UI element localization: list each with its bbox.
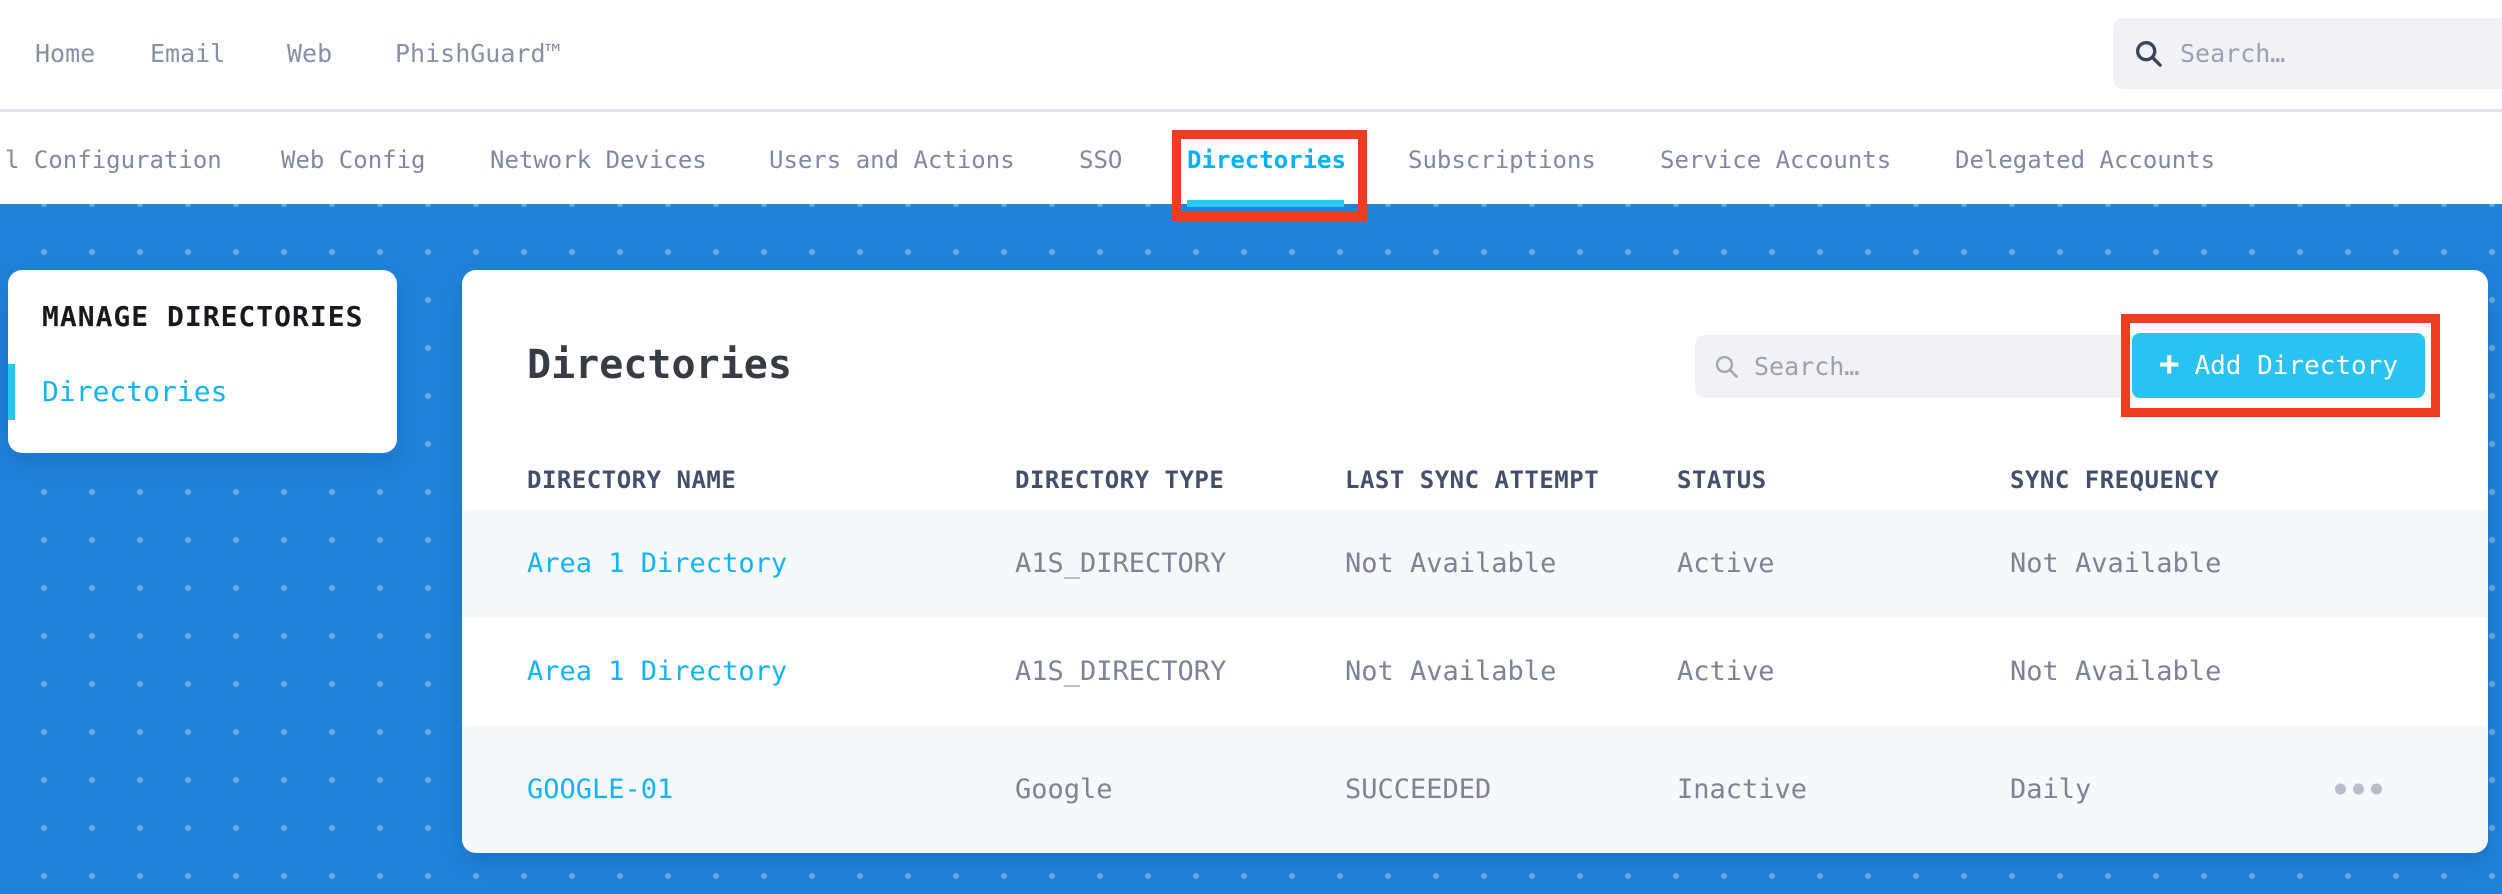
tab-service-accounts[interactable]: Service Accounts (1660, 146, 1891, 174)
app-root: Home Email Web PhishGuard™ l Configurati… (0, 0, 2502, 894)
active-item-bar (8, 364, 15, 420)
tab-web-config[interactable]: Web Config (281, 146, 426, 174)
table-row: Area 1 Directory A1S_DIRECTORY Not Avail… (462, 510, 2488, 617)
settings-tab-bar: l Configuration Web Config Network Devic… (0, 112, 2502, 204)
directory-name-link[interactable]: Area 1 Directory (527, 548, 1015, 579)
topnav-item-email[interactable]: Email (150, 39, 225, 68)
tab-email-configuration[interactable]: l Configuration (5, 146, 222, 174)
ellipsis-icon (2335, 784, 2346, 795)
status-cell: Inactive (1677, 774, 2010, 805)
page-title: Directories (527, 342, 792, 388)
tab-delegated-accounts[interactable]: Delegated Accounts (1955, 146, 2215, 174)
topnav-item-web[interactable]: Web (287, 39, 332, 68)
directory-type-cell: A1S_DIRECTORY (1015, 548, 1345, 579)
add-directory-label: Add Directory (2194, 351, 2398, 381)
directory-name-link[interactable]: GOOGLE-01 (527, 774, 1015, 805)
col-header-directory-name: DIRECTORY NAME (527, 466, 1015, 494)
table-row: Area 1 Directory A1S_DIRECTORY Not Avail… (462, 617, 2488, 725)
sidebar-item-directories[interactable]: Directories (8, 364, 397, 420)
add-directory-button[interactable]: + Add Directory (2132, 333, 2425, 398)
table-header-row: DIRECTORY NAME DIRECTORY TYPE LAST SYNC … (527, 466, 2488, 494)
last-sync-cell: Not Available (1345, 548, 1677, 579)
row-actions-menu-button[interactable] (2329, 778, 2388, 801)
global-search[interactable] (2113, 18, 2502, 89)
tab-sso[interactable]: SSO (1079, 146, 1122, 174)
tab-subscriptions[interactable]: Subscriptions (1408, 146, 1596, 174)
col-header-sync-frequency: SYNC FREQUENCY (2010, 466, 2488, 494)
sidebar-title: MANAGE DIRECTORIES (42, 300, 363, 333)
directories-search-input[interactable] (1754, 352, 2131, 381)
manage-directories-card: MANAGE DIRECTORIES Directories (8, 270, 397, 453)
global-search-input[interactable] (2180, 39, 2498, 68)
ellipsis-icon (2371, 784, 2382, 795)
col-header-directory-type: DIRECTORY TYPE (1015, 466, 1345, 494)
tab-network-devices[interactable]: Network Devices (490, 146, 707, 174)
search-icon (1713, 353, 1740, 380)
tab-users-and-actions[interactable]: Users and Actions (769, 146, 1015, 174)
directories-search[interactable] (1695, 335, 2149, 398)
col-header-last-sync-attempt: LAST SYNC ATTEMPT (1345, 466, 1677, 494)
table-row: GOOGLE-01 Google SUCCEEDED Inactive Dail… (462, 725, 2488, 853)
sync-frequency-cell: Not Available (2010, 548, 2488, 579)
directory-type-cell: Google (1015, 774, 1345, 805)
col-header-status: STATUS (1677, 466, 2010, 494)
sync-frequency-cell: Daily (2010, 774, 2488, 805)
top-nav: Home Email Web PhishGuard™ (0, 0, 2502, 109)
directory-name-link[interactable]: Area 1 Directory (527, 656, 1015, 687)
active-tab-underline (1187, 200, 1344, 207)
sidebar-item-label: Directories (42, 364, 227, 420)
tab-directories[interactable]: Directories (1187, 146, 1346, 174)
table-body: Area 1 Directory A1S_DIRECTORY Not Avail… (462, 510, 2488, 853)
topnav-item-phishguard[interactable]: PhishGuard™ (395, 39, 561, 68)
status-cell: Active (1677, 656, 2010, 687)
directories-panel: Directories + Add Directory DIRECTORY NA… (462, 270, 2488, 853)
sync-frequency-cell: Not Available (2010, 656, 2488, 687)
status-cell: Active (1677, 548, 2010, 579)
topnav-item-home[interactable]: Home (35, 39, 95, 68)
last-sync-cell: Not Available (1345, 656, 1677, 687)
last-sync-cell: SUCCEEDED (1345, 774, 1677, 805)
plus-icon: + (2159, 347, 2179, 381)
search-icon (2133, 38, 2164, 69)
ellipsis-icon (2353, 784, 2364, 795)
directory-type-cell: A1S_DIRECTORY (1015, 656, 1345, 687)
